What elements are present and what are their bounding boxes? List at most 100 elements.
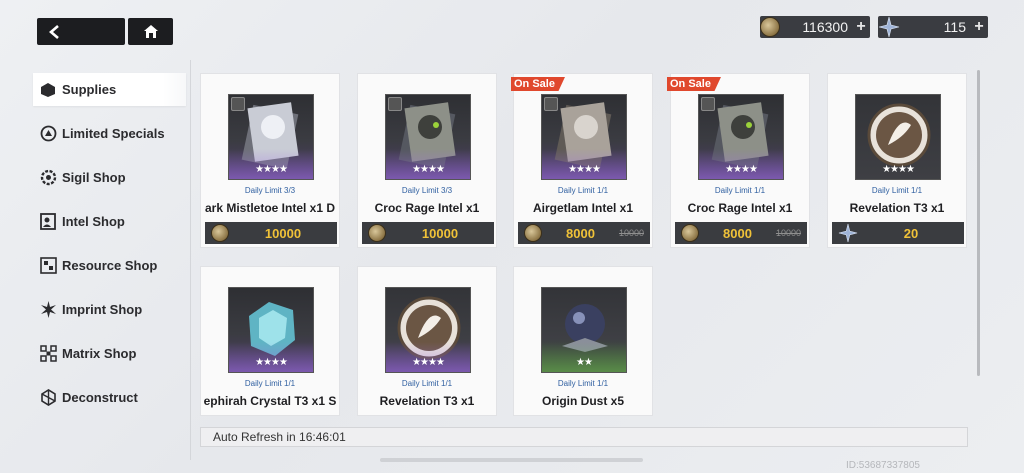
sidebar-item-matrix-shop[interactable]: Matrix Shop <box>33 337 186 370</box>
rarity-stars: ★★★★ <box>412 357 445 368</box>
price-value: 10000 <box>264 225 302 241</box>
rarity-stars: ★★★★ <box>412 164 445 175</box>
item-art: ★★★★ <box>385 94 471 180</box>
daily-limit: Daily Limit 1/1 <box>871 186 923 195</box>
item-name: Airgetlam Intel x1 <box>532 201 634 215</box>
price-bar[interactable]: 10000 <box>362 222 494 244</box>
item-art: ★★★★ <box>698 94 784 180</box>
home-icon <box>143 25 158 38</box>
coin-icon <box>760 17 780 37</box>
sidebar-item-sigil-shop[interactable]: Sigil Shop <box>33 161 186 194</box>
user-id: ID:53687337805 <box>846 460 920 471</box>
supplies-icon <box>39 81 57 99</box>
sidebar-item-imprint-shop[interactable]: Imprint Shop <box>33 293 186 326</box>
shop-item-card[interactable]: ★★★★ Daily Limit 3/3 ark Mistletoe Intel… <box>200 73 340 248</box>
class-badge-icon <box>388 97 402 111</box>
sidebar-item-label: Intel Shop <box>62 214 125 229</box>
star-amount: 115 <box>943 19 966 35</box>
matrix-icon <box>39 345 57 363</box>
back-button[interactable] <box>37 18 125 45</box>
auto-refresh-timer: Auto Refresh in 16:46:01 <box>200 427 968 447</box>
sidebar-item-label: Matrix Shop <box>62 346 137 361</box>
shop-item-card[interactable]: ★★ Daily Limit 1/1 Origin Dust x5 <box>513 266 653 416</box>
sidebar-item-intel-shop[interactable]: Intel Shop <box>33 205 186 238</box>
item-art: ★★★★ <box>541 94 627 180</box>
sidebar-item-label: Sigil Shop <box>62 170 126 185</box>
item-name: Croc Rage Intel x1 <box>687 201 793 215</box>
shop-item-card[interactable]: ★★★★ Daily Limit 1/1 Revelation T3 x1 20 <box>827 73 967 248</box>
sidebar-item-label: Supplies <box>62 82 117 97</box>
class-badge-icon <box>544 97 558 111</box>
daily-limit: Daily Limit 1/1 <box>714 186 766 195</box>
item-art: ★★★★ <box>855 94 941 180</box>
shop-item-card[interactable]: ★★★★ Daily Limit 1/1 ephirah Crystal T3 … <box>200 266 340 416</box>
price-value: 10000 <box>421 225 459 241</box>
item-name: Origin Dust x5 <box>541 394 624 408</box>
rarity-stars: ★★★★ <box>725 164 758 175</box>
on-sale-badge: On Sale <box>667 77 721 91</box>
intel-icon <box>39 213 57 231</box>
imprint-icon <box>39 301 57 319</box>
class-badge-icon <box>231 97 245 111</box>
class-badge-icon <box>701 97 715 111</box>
horizontal-scrollbar[interactable] <box>380 458 643 462</box>
price-bar[interactable]: 8000 10000 <box>675 222 807 244</box>
sidebar-item-label: Resource Shop <box>62 258 158 273</box>
shop-item-card[interactable]: ★★★★ Daily Limit 1/1 Croc Rage Intel x1 … <box>670 73 810 248</box>
item-name: ark Mistletoe Intel x1 D <box>204 201 336 215</box>
coin-icon <box>211 224 229 242</box>
resource-icon <box>39 257 57 275</box>
original-price: 10000 <box>618 228 644 238</box>
sidebar-item-label: Limited Specials <box>62 126 165 141</box>
coin-icon <box>681 224 699 242</box>
daily-limit: Daily Limit 1/1 <box>557 379 609 388</box>
star-currency: 115 + <box>878 16 988 38</box>
back-arrow-icon <box>49 24 59 39</box>
item-name: Revelation T3 x1 <box>849 201 945 215</box>
rarity-stars: ★★ <box>576 357 593 368</box>
coin-icon <box>368 224 386 242</box>
item-name: Croc Rage Intel x1 <box>374 201 480 215</box>
item-art: ★★ <box>541 287 627 373</box>
sidebar-item-label: Imprint Shop <box>62 302 143 317</box>
sidebar-divider <box>190 60 191 460</box>
daily-limit: Daily Limit 1/1 <box>401 379 453 388</box>
item-name: ephirah Crystal T3 x1 S <box>203 394 337 408</box>
price-value: 20 <box>903 225 919 241</box>
coin-amount: 116300 <box>802 19 848 35</box>
sidebar-item-resource-shop[interactable]: Resource Shop <box>33 249 186 282</box>
sidebar-item-label: Deconstruct <box>62 390 138 405</box>
shop-item-card[interactable]: ★★★★ Daily Limit 3/3 Croc Rage Intel x1 … <box>357 73 497 248</box>
home-button[interactable] <box>128 18 173 45</box>
rarity-stars: ★★★★ <box>882 164 915 175</box>
on-sale-badge: On Sale <box>511 77 565 91</box>
sidebar-item-limited-specials[interactable]: Limited Specials <box>33 117 186 150</box>
shop-item-card[interactable]: ★★★★ Daily Limit 1/1 Revelation T3 x1 <box>357 266 497 416</box>
limited-specials-icon <box>39 125 57 143</box>
sidebar-item-supplies[interactable]: Supplies <box>33 73 186 106</box>
daily-limit: Daily Limit 3/3 <box>401 186 453 195</box>
daily-limit: Daily Limit 1/1 <box>244 379 296 388</box>
price-bar[interactable]: 10000 <box>205 222 337 244</box>
shop-sidebar: Supplies Limited Specials Sigil Shop Int… <box>33 73 186 425</box>
vertical-scrollbar[interactable] <box>977 70 980 376</box>
rarity-stars: ★★★★ <box>255 357 288 368</box>
sidebar-item-deconstruct[interactable]: Deconstruct <box>33 381 186 414</box>
price-bar[interactable]: 8000 10000 <box>518 222 650 244</box>
item-art: ★★★★ <box>228 287 314 373</box>
original-price: 10000 <box>775 228 801 238</box>
shop-item-card[interactable]: ★★★★ Daily Limit 1/1 Airgetlam Intel x1 … <box>513 73 653 248</box>
daily-limit: Daily Limit 3/3 <box>244 186 296 195</box>
add-coins-button[interactable]: + <box>852 18 870 36</box>
coin-icon <box>524 224 542 242</box>
deconstruct-icon <box>39 389 57 407</box>
daily-limit: Daily Limit 1/1 <box>557 186 609 195</box>
coin-currency: 116300 + <box>760 16 870 38</box>
add-stars-button[interactable]: + <box>970 18 988 36</box>
star-crystal-icon <box>878 16 900 38</box>
price-value: 8000 <box>723 225 752 241</box>
price-value: 8000 <box>566 225 595 241</box>
item-art: ★★★★ <box>228 94 314 180</box>
price-bar[interactable]: 20 <box>832 222 964 244</box>
rarity-stars: ★★★★ <box>255 164 288 175</box>
